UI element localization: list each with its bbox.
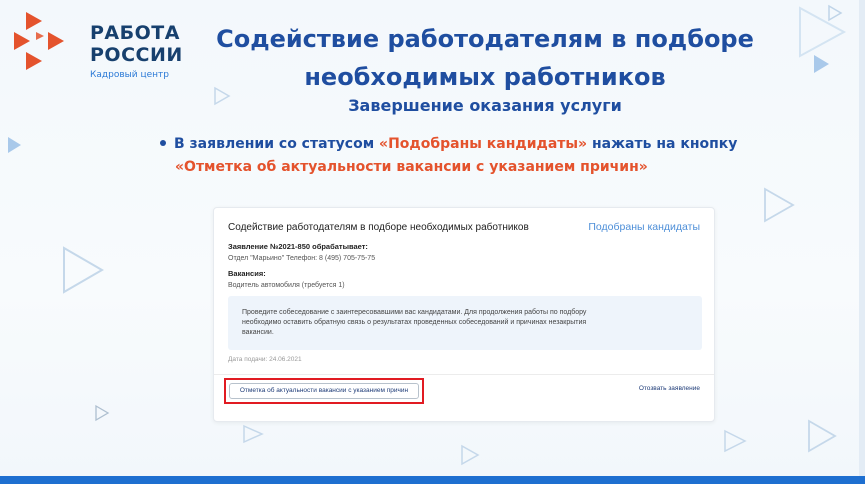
- application-label: Заявление №2021-850 обрабатывает:: [228, 242, 368, 251]
- logo-title-line1: РАБОТА: [90, 22, 180, 44]
- bullet-icon: [160, 139, 166, 146]
- logo-arrows-icon: [14, 12, 64, 70]
- decor-triangle-icon: [95, 404, 110, 422]
- info-text: Проведите собеседование с заинтересовавш…: [242, 309, 587, 336]
- vacancy-relevance-button[interactable]: Отметка об актуальности вакансии с указа…: [229, 383, 419, 399]
- slide: РАБОТА РОССИИ Кадровый центр Содействие …: [0, 0, 862, 480]
- logo: РАБОТА РОССИИ Кадровый центр: [12, 10, 202, 80]
- logo-subtitle: Кадровый центр: [90, 70, 169, 80]
- instruction-status-accent: «Подобраны кандидаты»: [379, 136, 588, 152]
- decor-triangle-icon: [828, 4, 843, 22]
- bottom-accent-bar: [0, 476, 865, 484]
- instruction-part1: В заявлении со статусом: [174, 136, 380, 152]
- decor-triangle-icon: [808, 419, 837, 453]
- card-divider: [214, 374, 714, 375]
- decor-triangle-icon: [63, 246, 104, 294]
- page-title: Содействие работодателям в подборе необх…: [190, 20, 780, 96]
- page-title-line1: Содействие работодателям в подборе: [216, 25, 754, 53]
- page-subtitle: Завершение оказания услуги: [348, 96, 622, 115]
- submission-date: Дата подачи: 24.06.2021: [228, 356, 302, 363]
- status-badge: Подобраны кандидаты: [588, 221, 700, 233]
- right-edge-bar: [859, 0, 865, 484]
- page-title-line2: необходимых работников: [304, 63, 666, 91]
- decor-triangle-icon: [724, 429, 747, 453]
- instruction-button-accent: «Отметка об актуальности вакансии с указ…: [175, 159, 648, 175]
- application-value: Отдел "Марьино" Телефон: 8 (495) 705-75-…: [228, 255, 376, 262]
- application-card: Содействие работодателям в подборе необх…: [213, 207, 715, 422]
- instruction-text: В заявлении со статусом «Подобраны канди…: [160, 133, 800, 179]
- decor-triangle-icon: [8, 137, 21, 153]
- highlight-frame: Отметка об актуальности вакансии с указа…: [224, 378, 424, 404]
- decor-triangle-icon: [764, 187, 795, 223]
- decor-triangle-icon: [243, 424, 264, 444]
- card-title: Содействие работодателям в подборе необх…: [228, 222, 529, 233]
- logo-title-line2: РОССИИ: [90, 44, 183, 66]
- withdraw-application-link[interactable]: Отозвать заявление: [639, 385, 700, 392]
- vacancy-value: Водитель автомобиля (требуется 1): [228, 282, 345, 289]
- decor-triangle-icon: [814, 55, 829, 73]
- decor-triangle-icon: [461, 444, 480, 466]
- vacancy-label: Вакансия:: [228, 269, 266, 278]
- instruction-part2: нажать на кнопку: [587, 136, 738, 152]
- info-box: Проведите собеседование с заинтересовавш…: [228, 296, 702, 350]
